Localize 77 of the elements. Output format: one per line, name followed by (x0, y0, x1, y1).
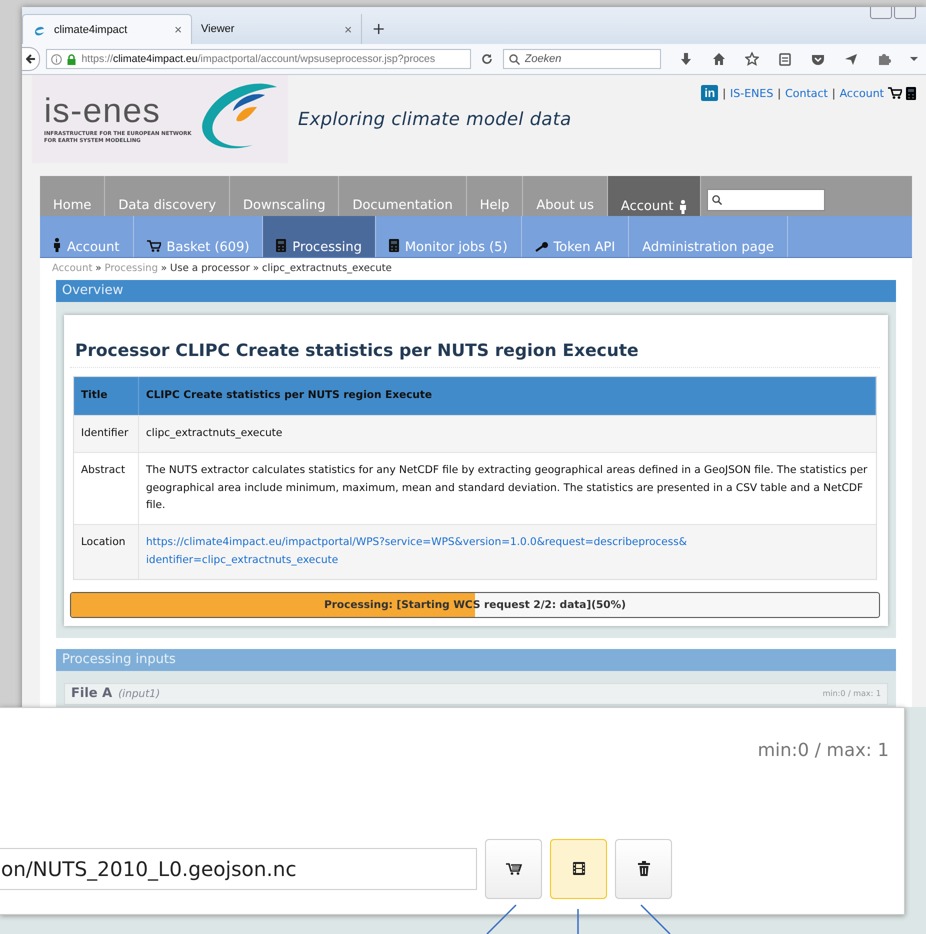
leader-line (486, 904, 517, 934)
subnav-tab[interactable]: Monitor jobs (5) (376, 216, 522, 257)
browser-tab[interactable]: climate4impact × (22, 14, 192, 44)
breadcrumb-separator: » (252, 263, 259, 274)
table-cell-text: The NUTS extractor calculates statistics for any NetCDF file by extracting geographical areas defined in a GeoJSON file. The statistics per geographical area include minimum, maximum, mean and standard deviation. The statistics are presented in a CSV table and a NetCDF file. (145, 462, 868, 514)
download-icon[interactable] (679, 52, 693, 66)
back-icon (26, 54, 36, 64)
location-link[interactable]: https://climate4impact.eu/impactportal/WPS?service=WPS&version=1.0.0&request=describeprocess& identifier=clipc_extractnuts_execute (139, 525, 876, 579)
subnav-tab[interactable]: Processing (263, 216, 376, 257)
trash-button[interactable] (615, 839, 672, 899)
section-header: Overview (56, 280, 896, 302)
cart-icon (888, 87, 902, 99)
input-limits: min:0 / max: 1 (822, 689, 881, 698)
breadcrumb-item: Use a processor (170, 263, 250, 274)
header-link[interactable]: Contact (785, 86, 828, 100)
cart-button[interactable] (485, 839, 542, 899)
send-icon[interactable] (844, 52, 858, 66)
input-label: File A (71, 686, 112, 702)
minimize-button[interactable] (870, 7, 892, 19)
table-cell: Location (74, 525, 139, 579)
star-icon[interactable] (745, 52, 759, 66)
calculator-icon (388, 239, 399, 252)
calculator-icon (276, 239, 286, 252)
lock-icon (67, 54, 76, 64)
section-header: Processing inputs (56, 648, 896, 671)
search-box[interactable]: Zoeken (502, 49, 661, 69)
input-limits: min:0 / max: 1 (758, 740, 889, 761)
reload-icon[interactable] (480, 53, 493, 65)
person-icon (679, 200, 688, 214)
table-cell-text: clipc_extractnuts_execute (145, 426, 284, 441)
nav-tab[interactable]: Account (608, 176, 702, 216)
close-tab-button[interactable]: × (344, 22, 352, 36)
address-bar[interactable]: https://climate4impact.eu/impactportal/account/wpsuseprocessor.jsp?proces (46, 49, 472, 69)
processor-heading: Processor CLIPC Create statistics per NUTS region Execute (70, 341, 880, 368)
home-icon[interactable] (712, 52, 726, 66)
header-link[interactable]: IS-ENES (730, 86, 774, 100)
subnav-tab[interactable]: Administration page (629, 216, 788, 257)
search-icon (508, 54, 520, 64)
tab-title: climate4impact (54, 24, 128, 36)
back-button[interactable] (22, 47, 40, 71)
pocket-icon[interactable] (811, 52, 825, 66)
logo-name: is-enes (44, 94, 162, 128)
input-id: (input1) (118, 688, 160, 700)
link-separator: | (777, 86, 782, 100)
url-text: https://climate4impact.eu/impactportal/account/wpsuseprocessor.jsp?proces (81, 53, 436, 65)
search-icon (712, 195, 722, 205)
link-separator: | (832, 86, 836, 100)
leader-line (640, 904, 671, 934)
maximize-button[interactable] (894, 7, 916, 19)
site-tagline: Exploring climate model data (298, 109, 572, 130)
subnav-tab[interactable]: Account (40, 216, 134, 257)
subnav-tab[interactable]: Token API (522, 216, 630, 257)
clipboard-icon[interactable] (778, 52, 792, 66)
key-icon (534, 242, 548, 252)
header-link[interactable]: Account (840, 86, 884, 100)
breadcrumb-item[interactable]: Processing (104, 263, 158, 274)
person-icon (53, 238, 61, 252)
cart-icon (146, 240, 160, 252)
info-icon (51, 54, 62, 64)
table-cell: Identifier (74, 416, 139, 452)
breadcrumb-separator: » (160, 263, 168, 274)
puzzle-icon[interactable] (877, 52, 891, 66)
cart-icon (504, 860, 522, 878)
calculator-icon (906, 86, 916, 100)
site-search-field[interactable] (707, 189, 826, 211)
linkedin-button[interactable]: in (701, 85, 718, 101)
breadcrumb-item: clipc_extractnuts_execute (262, 263, 392, 274)
breadcrumb-separator: » (95, 263, 102, 274)
new-tab-button[interactable]: + (362, 19, 396, 44)
close-tab-button[interactable]: × (174, 22, 182, 37)
file-path-field[interactable]: on/NUTS_2010_L0.geojson.nc (0, 848, 477, 890)
tab-title: Viewer (201, 23, 236, 35)
breadcrumb-item[interactable]: Account (52, 263, 92, 274)
link-separator: | (722, 86, 726, 100)
menu-caret-icon[interactable] (910, 56, 918, 62)
leader-line (577, 909, 579, 934)
film-button[interactable] (550, 839, 607, 899)
